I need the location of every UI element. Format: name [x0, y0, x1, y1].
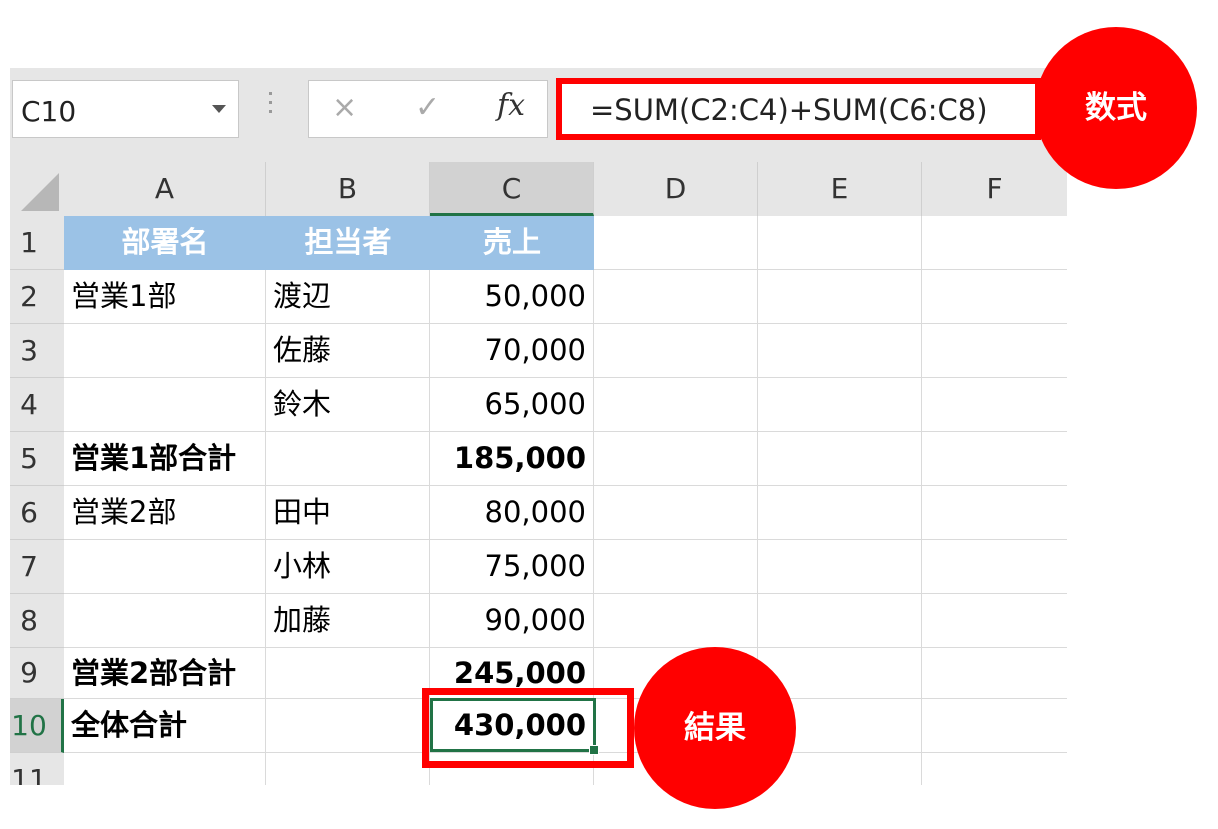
- name-box[interactable]: C10: [12, 80, 239, 138]
- row-header-10[interactable]: 10: [10, 699, 64, 753]
- cell-c5[interactable]: 185,000: [430, 432, 594, 486]
- row-header-4[interactable]: 4: [10, 378, 64, 432]
- row-header-3[interactable]: 3: [10, 324, 64, 378]
- row-header-6[interactable]: 6: [10, 486, 64, 540]
- name-box-value: C10: [21, 95, 77, 128]
- cell-f3[interactable]: [922, 324, 1067, 378]
- column-header-e[interactable]: E: [758, 162, 922, 216]
- row-header-11[interactable]: 11: [10, 753, 64, 785]
- cell-a5[interactable]: 営業1部合計: [64, 432, 266, 486]
- cell-f8[interactable]: [922, 594, 1067, 648]
- cell-d1[interactable]: [594, 216, 758, 270]
- cell-b7[interactable]: 小林: [266, 540, 430, 594]
- row-header-1[interactable]: 1: [10, 216, 64, 270]
- cell-f10[interactable]: [922, 699, 1067, 753]
- cell-c3[interactable]: 70,000: [430, 324, 594, 378]
- column-header-b[interactable]: B: [266, 162, 430, 216]
- cell-a11[interactable]: [64, 753, 266, 785]
- cell-c1[interactable]: 売上: [430, 216, 594, 270]
- cell-e6[interactable]: [758, 486, 922, 540]
- drag-handle-icon[interactable]: [268, 92, 274, 122]
- cell-a9[interactable]: 営業2部合計: [64, 648, 266, 699]
- cell-e8[interactable]: [758, 594, 922, 648]
- cell-e7[interactable]: [758, 540, 922, 594]
- cell-f7[interactable]: [922, 540, 1067, 594]
- cell-b5[interactable]: [266, 432, 430, 486]
- cell-e3[interactable]: [758, 324, 922, 378]
- cell-c2[interactable]: 50,000: [430, 270, 594, 324]
- cell-d2[interactable]: [594, 270, 758, 324]
- cell-c6[interactable]: 80,000: [430, 486, 594, 540]
- cell-f4[interactable]: [922, 378, 1067, 432]
- chevron-down-icon[interactable]: [212, 105, 226, 113]
- column-header-c[interactable]: C: [430, 162, 594, 216]
- cell-b2[interactable]: 渡辺: [266, 270, 430, 324]
- cell-b10[interactable]: [266, 699, 430, 753]
- formula-callout: 数式: [1035, 27, 1197, 189]
- formula-input[interactable]: =SUM(C2:C4)+SUM(C6:C8): [556, 78, 1041, 140]
- select-all-corner[interactable]: [10, 162, 64, 216]
- cell-b6[interactable]: 田中: [266, 486, 430, 540]
- column-header-a[interactable]: A: [64, 162, 266, 216]
- cell-b3[interactable]: 佐藤: [266, 324, 430, 378]
- cell-a6[interactable]: 営業2部: [64, 486, 266, 540]
- cell-a8[interactable]: [64, 594, 266, 648]
- cell-d3[interactable]: [594, 324, 758, 378]
- cell-f9[interactable]: [922, 648, 1067, 699]
- cancel-icon[interactable]: ×: [332, 90, 357, 125]
- cell-b4[interactable]: 鈴木: [266, 378, 430, 432]
- cell-b8[interactable]: 加藤: [266, 594, 430, 648]
- row-header-2[interactable]: 2: [10, 270, 64, 324]
- cell-e5[interactable]: [758, 432, 922, 486]
- column-header-f[interactable]: F: [922, 162, 1067, 216]
- cell-e1[interactable]: [758, 216, 922, 270]
- cell-a7[interactable]: [64, 540, 266, 594]
- cell-b11[interactable]: [266, 753, 430, 785]
- cell-f5[interactable]: [922, 432, 1067, 486]
- cell-d4[interactable]: [594, 378, 758, 432]
- cell-e4[interactable]: [758, 378, 922, 432]
- cell-a2[interactable]: 営業1部: [64, 270, 266, 324]
- row-header-8[interactable]: 8: [10, 594, 64, 648]
- cell-c4[interactable]: 65,000: [430, 378, 594, 432]
- cell-a4[interactable]: [64, 378, 266, 432]
- column-header-d[interactable]: D: [594, 162, 758, 216]
- cell-a3[interactable]: [64, 324, 266, 378]
- cell-e2[interactable]: [758, 270, 922, 324]
- cell-f6[interactable]: [922, 486, 1067, 540]
- row-header-7[interactable]: 7: [10, 540, 64, 594]
- cell-f11[interactable]: [922, 753, 1067, 785]
- result-callout: 結果: [634, 647, 796, 809]
- row-header-5[interactable]: 5: [10, 432, 64, 486]
- cell-a1[interactable]: 部署名: [64, 216, 266, 270]
- result-highlight: [422, 688, 634, 768]
- cell-d5[interactable]: [594, 432, 758, 486]
- enter-icon[interactable]: ✓: [415, 90, 440, 125]
- cell-d6[interactable]: [594, 486, 758, 540]
- cell-f2[interactable]: [922, 270, 1067, 324]
- cell-c7[interactable]: 75,000: [430, 540, 594, 594]
- cell-b9[interactable]: [266, 648, 430, 699]
- cell-b1[interactable]: 担当者: [266, 216, 430, 270]
- formula-text: =SUM(C2:C4)+SUM(C6:C8): [590, 93, 988, 127]
- cell-f1[interactable]: [922, 216, 1067, 270]
- cell-c8[interactable]: 90,000: [430, 594, 594, 648]
- insert-function-icon[interactable]: fx: [497, 88, 525, 123]
- cell-d8[interactable]: [594, 594, 758, 648]
- cell-a10[interactable]: 全体合計: [64, 699, 266, 753]
- row-header-9[interactable]: 9: [10, 648, 64, 699]
- cell-d7[interactable]: [594, 540, 758, 594]
